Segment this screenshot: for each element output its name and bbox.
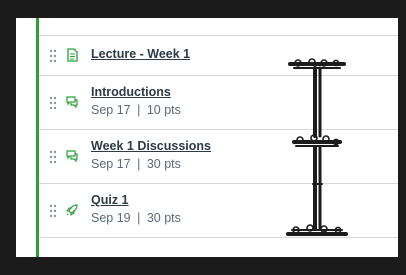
due-date: Sep 19 [91, 211, 131, 225]
drawn-connector-annotation [286, 58, 348, 236]
module-item-title-link[interactable]: Introductions [91, 85, 171, 99]
module-item-title-link[interactable]: Quiz 1 [91, 193, 129, 207]
panel-top-strip [16, 18, 398, 34]
due-date: Sep 17 [91, 103, 131, 117]
drag-handle-icon[interactable] [49, 96, 57, 110]
drag-handle-icon[interactable] [49, 204, 57, 218]
points-value: 30 pts [146, 211, 181, 225]
due-date: Sep 17 [91, 157, 131, 171]
points-value: 10 pts [146, 103, 181, 117]
quiz-rocket-icon [65, 203, 79, 217]
discussion-icon [65, 149, 79, 163]
page-icon [65, 48, 79, 62]
meta-separator: | [137, 211, 141, 225]
discussion-icon [65, 95, 79, 109]
module-panel: Lecture - Week 1 Introductions Sep 17 | … [16, 18, 398, 257]
meta-separator: | [137, 157, 141, 171]
drag-handle-icon[interactable] [49, 150, 57, 164]
module-item-details: Sep 19 | 30 pts [91, 211, 181, 225]
module-item-title-link[interactable]: Week 1 Discussions [91, 139, 211, 153]
module-item-details: Sep 17 | 30 pts [91, 157, 181, 171]
points-value: 30 pts [146, 157, 181, 171]
meta-separator: | [137, 103, 141, 117]
module-item-title-link[interactable]: Lecture - Week 1 [91, 47, 190, 61]
module-item-details: Sep 17 | 10 pts [91, 103, 181, 117]
drag-handle-icon[interactable] [49, 49, 57, 63]
